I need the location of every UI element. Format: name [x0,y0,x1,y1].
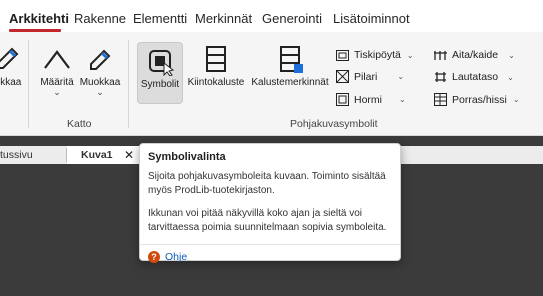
aita-kaide-label: Aita/kaide [452,49,499,61]
pilari-label: Pilari [354,70,378,83]
tooltip-symbolivalinta: Symbolivalinta Sijoita pohjakuvasymbolei… [139,143,401,263]
ribbon-panel: ukkaa Määritä ⌄ Muokkaa ⌄ Katto Symbolit [0,32,543,136]
pilari-button[interactable]: Pilari ⌄ [336,70,404,83]
tiskipoyta-label: Tiskipöytä [354,49,401,61]
tooltip-divider [140,244,400,245]
ribbon-separator [28,40,29,128]
kiintokaluste-button[interactable]: Kiintokaluste [186,44,246,88]
fixed-furniture-icon [206,46,226,72]
ribbon-tab-bar: Arkkitehti Rakenne Elementti Merkinnät G… [0,0,543,32]
chevron-down-icon: ⌄ [399,95,406,104]
hormi-button[interactable]: Hormi ⌄ [336,93,406,106]
chevron-down-icon: ⌄ [53,87,61,97]
tab-arkkitehti[interactable]: Arkkitehti [9,11,69,26]
symbolit-label: Symbolit [140,79,180,90]
lautataso-button[interactable]: Lautataso ⌄ [434,71,514,83]
chevron-down-icon: ⌄ [397,72,405,81]
tab-lisatoiminnot[interactable]: Lisätoiminnot [333,11,410,26]
help-link-label: Ohje [165,251,188,263]
symbol-select-icon [149,50,175,76]
aita-kaide-button[interactable]: Aita/kaide ⌄ [434,49,515,61]
edit-button-partial-label: ukkaa [0,77,22,88]
group-label-pohjakuvasymbolit: Pohjakuvasymbolit [290,118,378,130]
hormi-label: Hormi [354,93,382,106]
doc-tab-partial[interactable]: tussivu [0,146,33,164]
roof-edit-icon [90,49,111,70]
doc-tab-kuva1-label: Kuva1 [81,149,113,161]
tab-generointi[interactable]: Generointi [262,11,322,26]
tab-merkinnat[interactable]: Merkinnät [195,11,252,26]
furniture-marking-icon [280,46,303,73]
muokkaa-button[interactable]: Muokkaa ⌄ [78,44,122,97]
tooltip-help-link[interactable]: ? Ohje [148,251,392,263]
ribbon-separator [128,40,129,128]
kalustemerkinnat-button[interactable]: Kalustemerkinnät [250,44,330,88]
roof-define-icon [44,50,70,69]
porras-hissi-button[interactable]: Porras/hissi ⌄ [434,93,520,106]
help-icon: ? [148,251,160,263]
chevron-down-icon: ⌄ [507,72,514,82]
group-label-katto: Katto [67,118,92,130]
edit-button-partial[interactable]: ukkaa [0,44,22,88]
chimney-icon [336,93,349,106]
chevron-down-icon: ⌄ [512,95,520,104]
chevron-down-icon: ⌄ [406,50,414,60]
tooltip-title: Symbolivalinta [148,151,226,163]
deck-icon [435,72,446,82]
close-icon[interactable]: ✕ [124,146,134,164]
symbolit-button[interactable]: Symbolit [137,42,183,104]
chevron-down-icon: ⌄ [508,50,515,60]
tooltip-body-2: Ikkunan voi pitää näkyvillä koko ajan ja… [148,208,387,233]
railing-icon [434,51,447,60]
kiintokaluste-label: Kiintokaluste [187,77,245,88]
pillar-icon [336,70,349,83]
maarita-button[interactable]: Määritä ⌄ [38,44,76,97]
chevron-down-icon: ⌄ [96,87,104,97]
porras-hissi-label: Porras/hissi [452,93,507,106]
edit-pencil-icon [0,47,19,69]
kalustemerkinnat-label: Kalustemerkinnät [251,77,329,88]
counter-icon [336,49,349,61]
tooltip-body-1: Sijoita pohjakuvasymboleita kuvaan. Toim… [148,171,386,196]
tab-rakenne[interactable]: Rakenne [74,11,126,26]
tiskipoyta-button[interactable]: Tiskipöytä ⌄ [336,49,414,61]
tab-elementti[interactable]: Elementti [133,11,187,26]
stairs-icon [434,93,447,106]
lautataso-label: Lautataso [452,71,499,83]
